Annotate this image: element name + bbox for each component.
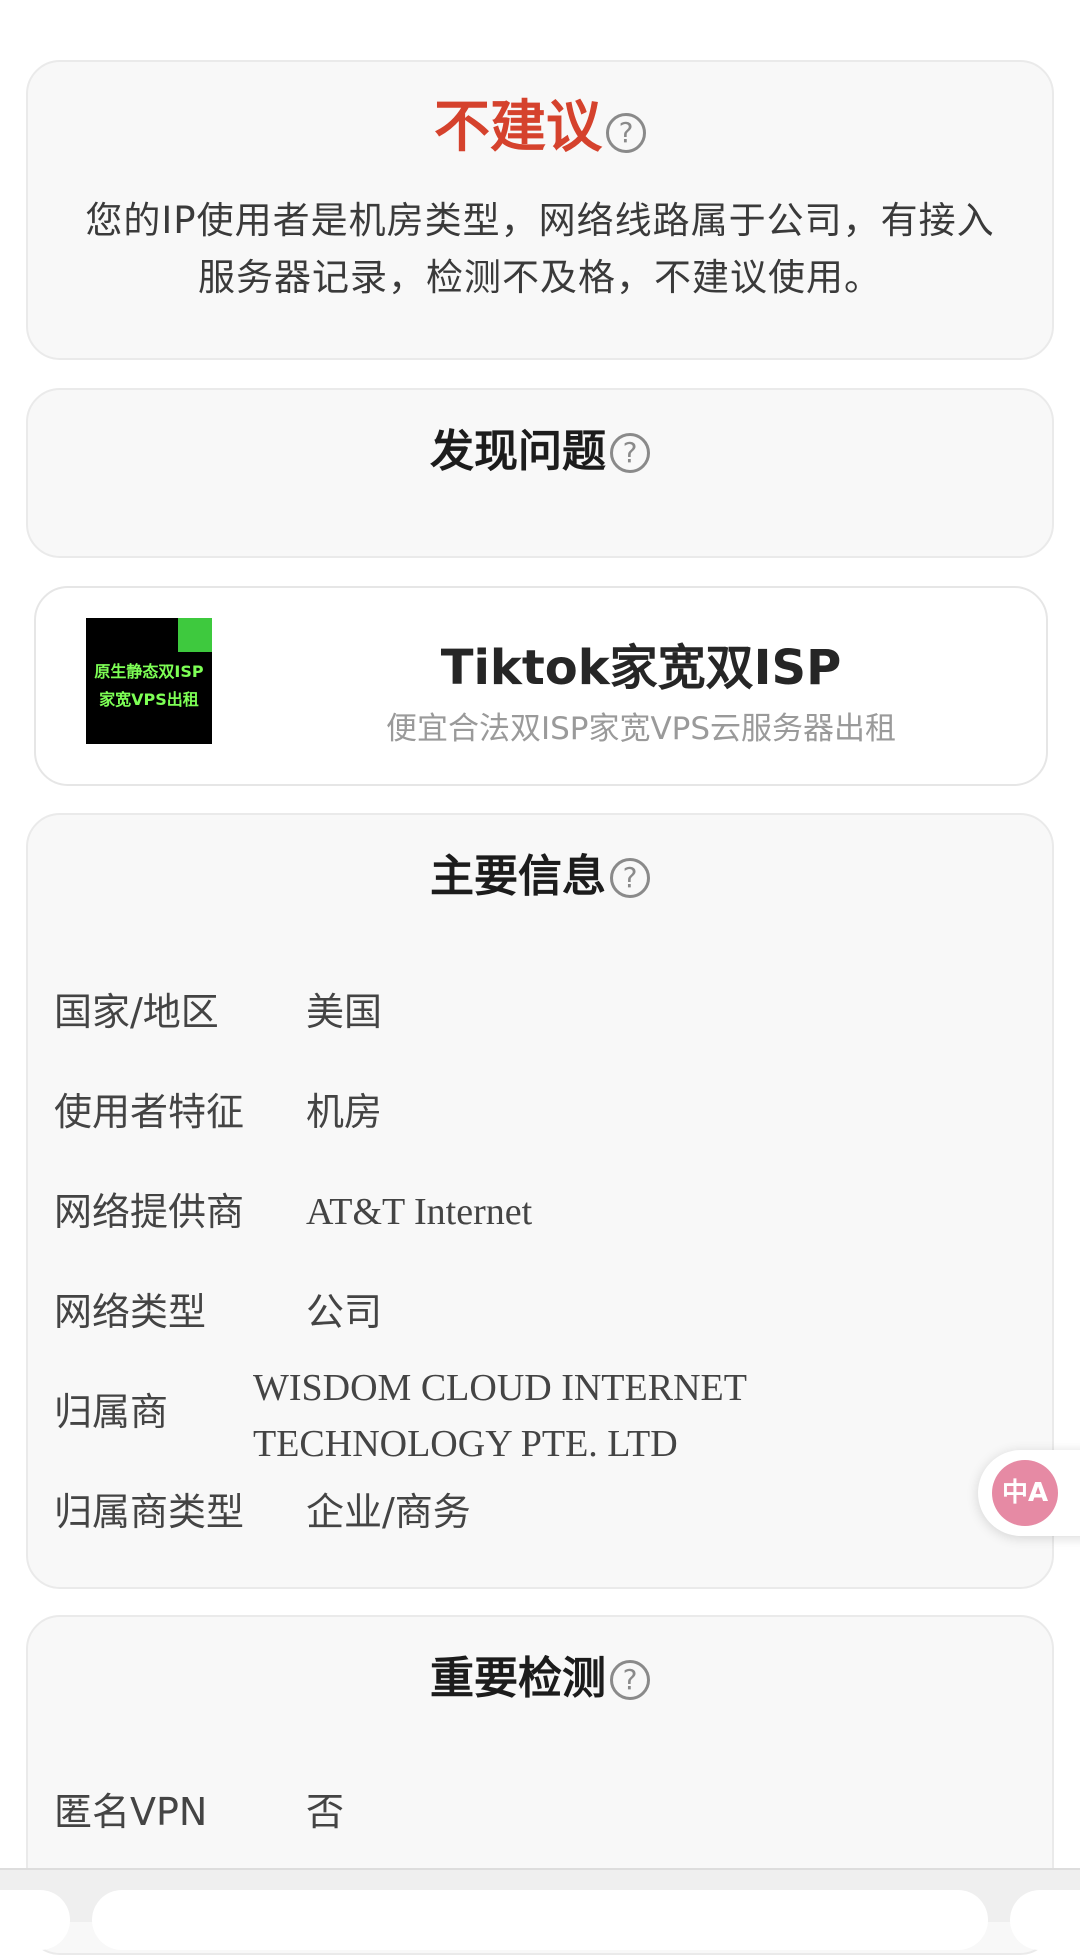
help-icon[interactable]: ? [610, 858, 650, 898]
info-value: WISDOM CLOUD INTERNET TECHNOLOGY PTE. LT… [253, 1360, 747, 1472]
info-label: 网络类型 [54, 1290, 207, 1334]
verdict-label: 不建议 [434, 95, 602, 160]
main-info-card: 主要信息? 国家/地区 美国 使用者特征 机房 网络提供商 AT&T Inter… [26, 813, 1054, 1589]
info-row-owner: 归属商 WISDOM CLOUD INTERNET TECHNOLOGY PTE… [28, 1367, 1052, 1465]
main-info-heading: 主要信息? [28, 849, 1052, 905]
ad-subtitle: 便宜合法双ISP家宽VPS云服务器出租 [385, 711, 897, 747]
info-value: 公司 [306, 1290, 383, 1334]
bottom-bar [0, 1868, 1080, 1950]
issues-title: 发现问题 [430, 426, 606, 477]
ad-thumbnail: 原生静态双ISP 家宽VPS出租 [86, 618, 212, 744]
info-row-country: 国家/地区 美国 [28, 982, 1052, 1042]
main-info-title: 主要信息 [430, 851, 606, 902]
check-row-anonymous-vpn: 匿名VPN 否 [28, 1782, 1052, 1842]
info-value: 机房 [306, 1090, 383, 1134]
ad-thumbnail-line: 原生静态双ISP [94, 662, 204, 681]
ad-thumbnail-line: 家宽VPS出租 [99, 690, 199, 709]
check-label: 匿名VPN [54, 1790, 208, 1834]
info-label: 网络提供商 [54, 1190, 245, 1234]
ad-banner[interactable]: 原生静态双ISP 家宽VPS出租 Tiktok家宽双ISP 便宜合法双ISP家宽… [34, 586, 1048, 786]
ad-title: Tiktok家宽双ISP [440, 640, 842, 696]
bottom-bar-button[interactable] [0, 1890, 70, 1950]
issues-heading: 发现问题? [28, 424, 1052, 480]
bottom-bar-button[interactable] [1010, 1890, 1080, 1950]
verdict-heading: 不建议? [28, 100, 1052, 160]
important-check-title: 重要检测 [430, 1653, 606, 1704]
issues-card: 发现问题? [26, 388, 1054, 558]
check-value: 否 [306, 1790, 345, 1834]
important-check-heading: 重要检测? [28, 1651, 1052, 1707]
help-icon[interactable]: ? [606, 113, 646, 153]
help-icon[interactable]: ? [610, 1660, 650, 1700]
info-value: 美国 [306, 990, 383, 1034]
bottom-bar-address[interactable] [92, 1890, 988, 1950]
owner-line: WISDOM CLOUD INTERNET [253, 1367, 747, 1409]
info-value: AT&T Internet [306, 1191, 533, 1233]
info-row-isp: 网络提供商 AT&T Internet [28, 1182, 1052, 1242]
help-icon[interactable]: ? [610, 433, 650, 473]
info-value: 企业/商务 [306, 1490, 471, 1534]
info-label: 使用者特征 [54, 1090, 245, 1134]
verdict-summary: 您的IP使用者是机房类型，网络线路属于公司，有接入服务器记录，检测不及格，不建议… [85, 199, 995, 299]
verdict-card: 不建议? 您的IP使用者是机房类型，网络线路属于公司，有接入服务器记录，检测不及… [26, 60, 1054, 360]
info-row-user-type: 使用者特征 机房 [28, 1082, 1052, 1142]
translate-icon: 中A [992, 1460, 1058, 1526]
info-row-owner-type: 归属商类型 企业/商务 [28, 1482, 1052, 1542]
info-label: 国家/地区 [54, 990, 219, 1034]
translate-button[interactable]: 中A [978, 1450, 1080, 1536]
ad-badge [178, 618, 212, 652]
info-label: 归属商类型 [54, 1490, 245, 1534]
info-row-network-type: 网络类型 公司 [28, 1282, 1052, 1342]
info-label: 归属商 [54, 1390, 169, 1434]
owner-line: TECHNOLOGY PTE. LTD [253, 1423, 678, 1465]
